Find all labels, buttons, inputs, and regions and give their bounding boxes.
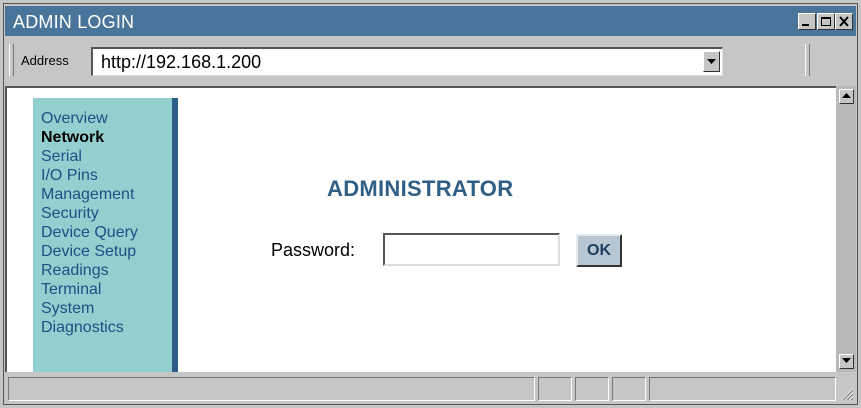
sidebar-item-management[interactable]: Management [41,185,138,204]
sidebar-item-network[interactable]: Network [41,128,138,147]
minimize-icon[interactable] [798,13,816,30]
chevron-up-icon [842,93,851,98]
close-icon[interactable] [835,13,853,30]
maximize-icon[interactable] [817,13,835,30]
toolbar-grip[interactable] [9,44,14,76]
status-panel-main [8,377,535,401]
browser-window: ADMIN LOGIN Address http://192.168.1.200… [0,0,861,408]
password-input[interactable] [383,233,560,266]
sidebar-item-device-query[interactable]: Device Query [41,223,138,242]
window-title: ADMIN LOGIN [13,12,135,32]
status-panel-zone [649,377,836,401]
status-bar [5,372,856,403]
title-bar[interactable]: ADMIN LOGIN [5,6,856,36]
address-dropdown-button[interactable] [703,51,720,72]
status-panel [538,377,572,401]
sidebar-item-security[interactable]: Security [41,204,138,223]
sidebar-nav: Overview Network Serial I/O Pins Managem… [33,98,178,374]
sidebar-item-diagnostics[interactable]: Diagnostics [41,318,138,337]
page-title: ADMINISTRATOR [327,176,514,201]
status-panel [575,377,609,401]
chevron-down-icon [842,358,851,363]
password-label: Password: [271,240,356,260]
address-toolbar: Address http://192.168.1.200 [5,38,856,84]
toolbar-grip-right[interactable] [805,44,810,76]
address-input[interactable]: http://192.168.1.200 [91,47,723,76]
sidebar-item-system[interactable]: System [41,299,138,318]
chevron-down-icon [707,59,716,64]
sidebar-item-overview[interactable]: Overview [41,109,138,128]
address-url: http://192.168.1.200 [101,52,262,72]
ok-button[interactable]: OK [576,234,622,267]
vertical-scrollbar[interactable] [836,86,856,372]
status-panel [612,377,646,401]
sidebar-item-serial[interactable]: Serial [41,147,138,166]
sidebar-item-readings[interactable]: Readings [41,261,138,280]
sidebar-item-terminal[interactable]: Terminal [41,280,138,299]
sidebar-item-io-pins[interactable]: I/O Pins [41,166,138,185]
resize-grip-icon[interactable] [840,387,854,401]
address-label: Address [21,53,69,68]
page-content: Overview Network Serial I/O Pins Managem… [5,86,836,374]
sidebar-item-device-setup[interactable]: Device Setup [41,242,138,261]
scroll-up-button[interactable] [839,89,854,104]
scroll-down-button[interactable] [839,354,854,369]
nav-list: Overview Network Serial I/O Pins Managem… [41,109,138,337]
